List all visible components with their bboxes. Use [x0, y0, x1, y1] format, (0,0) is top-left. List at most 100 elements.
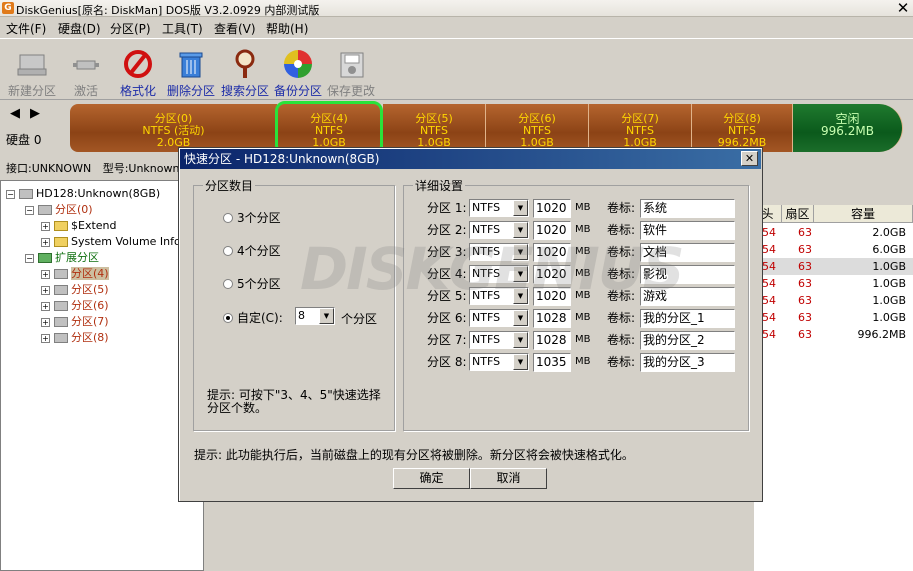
- cancel-button[interactable]: 取消: [470, 468, 547, 489]
- disk-label: 硬盘 0: [6, 133, 42, 147]
- chevron-down-icon[interactable]: ▼: [319, 308, 334, 324]
- folder-icon: [54, 237, 68, 247]
- size-input[interactable]: 1028: [533, 331, 571, 350]
- menu-disk[interactable]: 硬盘(D): [58, 20, 101, 37]
- collapse-icon[interactable]: −: [6, 189, 15, 199]
- size-input[interactable]: 1028: [533, 309, 571, 328]
- tree-node-disk[interactable]: − HD128:Unknown(8GB): [6, 186, 160, 201]
- table-row: 54: [762, 328, 776, 341]
- backup-partition-button[interactable]: 备份分区: [270, 47, 326, 99]
- menu-tools[interactable]: 工具(T): [162, 20, 203, 37]
- close-icon[interactable]: ✕: [894, 0, 912, 17]
- menu-help[interactable]: 帮助(H): [266, 20, 308, 37]
- save-changes-button[interactable]: 保存更改: [323, 47, 379, 99]
- chevron-down-icon[interactable]: ▼: [513, 310, 528, 326]
- menu-bar: 文件(F) 硬盘(D) 分区(P) 工具(T) 查看(V) 帮助(H): [0, 17, 913, 37]
- table-row: 54: [762, 311, 776, 324]
- tree-node-sysvol-folder[interactable]: + System Volume Info: [41, 234, 181, 249]
- fs-select[interactable]: NTFS ▼: [469, 309, 529, 327]
- chevron-down-icon[interactable]: ▼: [513, 332, 528, 348]
- tree-node-partition-5[interactable]: + 分区(5): [41, 282, 109, 297]
- partition-icon: [54, 301, 68, 311]
- tree-node-partition-0[interactable]: − 分区(0): [25, 202, 93, 217]
- radio-circle-icon: [223, 213, 233, 223]
- menu-partition[interactable]: 分区(P): [110, 20, 151, 37]
- nav-next-icon[interactable]: ▶: [30, 106, 40, 121]
- detail-settings-title: 详细设置: [413, 177, 466, 194]
- extended-partition-icon: [38, 253, 52, 263]
- disk-icon: [19, 189, 33, 199]
- expand-icon[interactable]: +: [41, 221, 50, 231]
- expand-icon[interactable]: +: [41, 301, 50, 311]
- size-input[interactable]: 1035: [533, 353, 571, 372]
- disk-info-line: 接口:UNKNOWN 型号:Unknown F: [6, 160, 199, 176]
- disk-segment-7[interactable]: 分区(7) NTFS 1.0GB: [589, 104, 692, 152]
- fs-select[interactable]: NTFS ▼: [469, 353, 529, 371]
- format-button[interactable]: 格式化: [110, 47, 166, 99]
- size-input[interactable]: 1020: [533, 199, 571, 218]
- backup-partition-icon: [281, 47, 315, 81]
- disk-segment-free[interactable]: 空闲 996.2MB: [793, 104, 903, 152]
- expand-icon[interactable]: +: [41, 237, 50, 247]
- menu-view[interactable]: 查看(V): [214, 20, 256, 37]
- count-tip: 提示: 可按下"3、4、5"快速选择分区个数。: [207, 388, 381, 415]
- new-partition-button[interactable]: 新建分区: [4, 47, 60, 99]
- radio-custom[interactable]: 自定(C):: [223, 309, 283, 326]
- volume-label-input[interactable]: 我的分区_1: [640, 309, 735, 328]
- radio-3-partitions[interactable]: 3个分区: [223, 209, 281, 226]
- partition-icon: [54, 269, 68, 279]
- fs-select[interactable]: NTFS ▼: [469, 199, 529, 217]
- custom-count-select[interactable]: 8 ▼: [295, 307, 335, 325]
- disk-segment-6[interactable]: 分区(6) NTFS 1.0GB: [486, 104, 589, 152]
- radio-circle-icon: [223, 246, 233, 256]
- dialog-close-icon[interactable]: ✕: [741, 151, 758, 166]
- save-changes-icon: [334, 47, 368, 81]
- col-header-sectors[interactable]: 扇区: [782, 205, 814, 223]
- delete-warning: 提示: 此功能执行后，当前磁盘上的现有分区将被删除。新分区将会被快速格式化。: [194, 448, 634, 462]
- tree-node-extend-folder[interactable]: + $Extend: [41, 218, 117, 233]
- collapse-icon[interactable]: −: [25, 253, 34, 263]
- radio-selected-icon: [223, 313, 233, 323]
- folder-icon: [54, 221, 68, 231]
- search-partition-icon: [228, 47, 262, 81]
- toolbar: 新建分区 激活 格式化 删除分区 搜索分区 备份分区 保存更改: [0, 38, 913, 100]
- delete-partition-button[interactable]: 删除分区: [163, 47, 219, 99]
- col-header-capacity[interactable]: 容量: [814, 205, 913, 223]
- disk-segment-0[interactable]: 分区(0) NTFS (活动) 2.0GB: [70, 104, 278, 152]
- tree-node-extended[interactable]: − 扩展分区: [25, 250, 99, 265]
- volume-label-input[interactable]: 我的分区_2: [640, 331, 735, 350]
- fs-select[interactable]: NTFS ▼: [469, 331, 529, 349]
- ok-button[interactable]: 确定: [393, 468, 470, 489]
- custom-suffix: 个分区: [341, 312, 378, 326]
- chevron-down-icon[interactable]: ▼: [513, 200, 528, 216]
- delete-partition-icon: [174, 47, 208, 81]
- table-row: 54: [762, 277, 776, 290]
- expand-icon[interactable]: +: [41, 333, 50, 343]
- tree-node-partition-8[interactable]: + 分区(8): [41, 330, 109, 345]
- volume-label-input[interactable]: 系统: [640, 199, 735, 218]
- partition-icon: [38, 205, 52, 215]
- nav-prev-icon[interactable]: ◀: [10, 106, 20, 121]
- tree-node-partition-6[interactable]: + 分区(6): [41, 298, 109, 313]
- table-row: 54: [762, 226, 776, 239]
- activate-icon: [69, 47, 103, 81]
- chevron-down-icon[interactable]: ▼: [513, 354, 528, 370]
- disk-segment-5[interactable]: 分区(5) NTFS 1.0GB: [383, 104, 486, 152]
- tree-node-partition-7[interactable]: + 分区(7): [41, 314, 109, 329]
- tree-node-partition-4[interactable]: + 分区(4): [41, 266, 109, 281]
- partition-icon: [54, 333, 68, 343]
- expand-icon[interactable]: +: [41, 317, 50, 327]
- window-title: DiskGenius[原名: DiskMan] DOS版 V3.2.0929 内…: [16, 4, 320, 17]
- radio-5-partitions[interactable]: 5个分区: [223, 275, 281, 292]
- partition-icon: [54, 285, 68, 295]
- search-partition-button[interactable]: 搜索分区: [217, 47, 273, 99]
- table-row: 54: [762, 243, 776, 256]
- disk-segment-8[interactable]: 分区(8) NTFS 996.2MB: [692, 104, 793, 152]
- radio-4-partitions[interactable]: 4个分区: [223, 242, 281, 259]
- menu-file[interactable]: 文件(F): [6, 20, 46, 37]
- volume-label-input[interactable]: 我的分区_3: [640, 353, 735, 372]
- expand-icon[interactable]: +: [41, 285, 50, 295]
- activate-button[interactable]: 激活: [58, 47, 114, 99]
- collapse-icon[interactable]: −: [25, 205, 34, 215]
- expand-icon[interactable]: +: [41, 269, 50, 279]
